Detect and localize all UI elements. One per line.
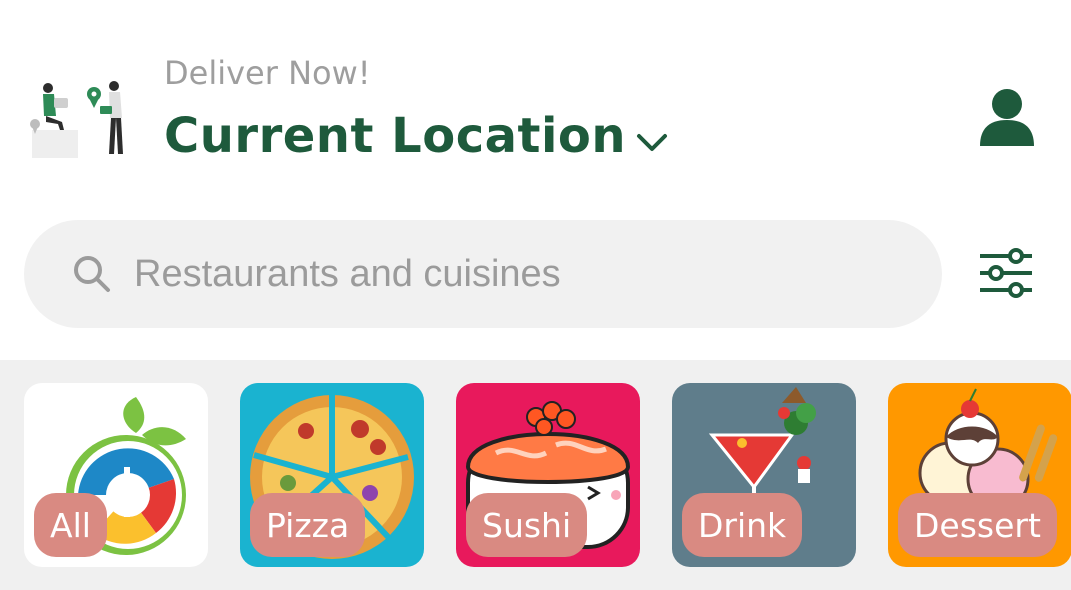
category-all[interactable]: All [24, 383, 208, 567]
filter-settings-icon[interactable] [976, 247, 1036, 299]
search-bar[interactable] [24, 220, 942, 328]
category-bar: All Pizza Sushi Drink Dessert [0, 360, 1071, 590]
current-location-label: Current Location [164, 108, 627, 164]
chevron-down-icon [637, 134, 668, 151]
category-pizza[interactable]: Pizza [240, 383, 424, 567]
category-drink[interactable]: Drink [672, 383, 856, 567]
search-input[interactable] [134, 252, 894, 296]
category-label: Drink [682, 493, 803, 557]
category-sushi[interactable]: Sushi [456, 383, 640, 567]
category-label: All [34, 493, 107, 557]
delivery-illustration [30, 81, 123, 158]
profile-icon[interactable] [976, 86, 1038, 148]
deliver-now-label: Deliver Now! [164, 54, 371, 92]
category-dessert[interactable]: Dessert [888, 383, 1071, 567]
category-label: Sushi [466, 493, 588, 557]
category-label: Pizza [250, 493, 366, 557]
header: Deliver Now! Current Location [0, 0, 1071, 200]
search-icon [74, 256, 110, 292]
location-selector[interactable]: Current Location [164, 108, 670, 164]
category-label: Dessert [898, 493, 1057, 557]
